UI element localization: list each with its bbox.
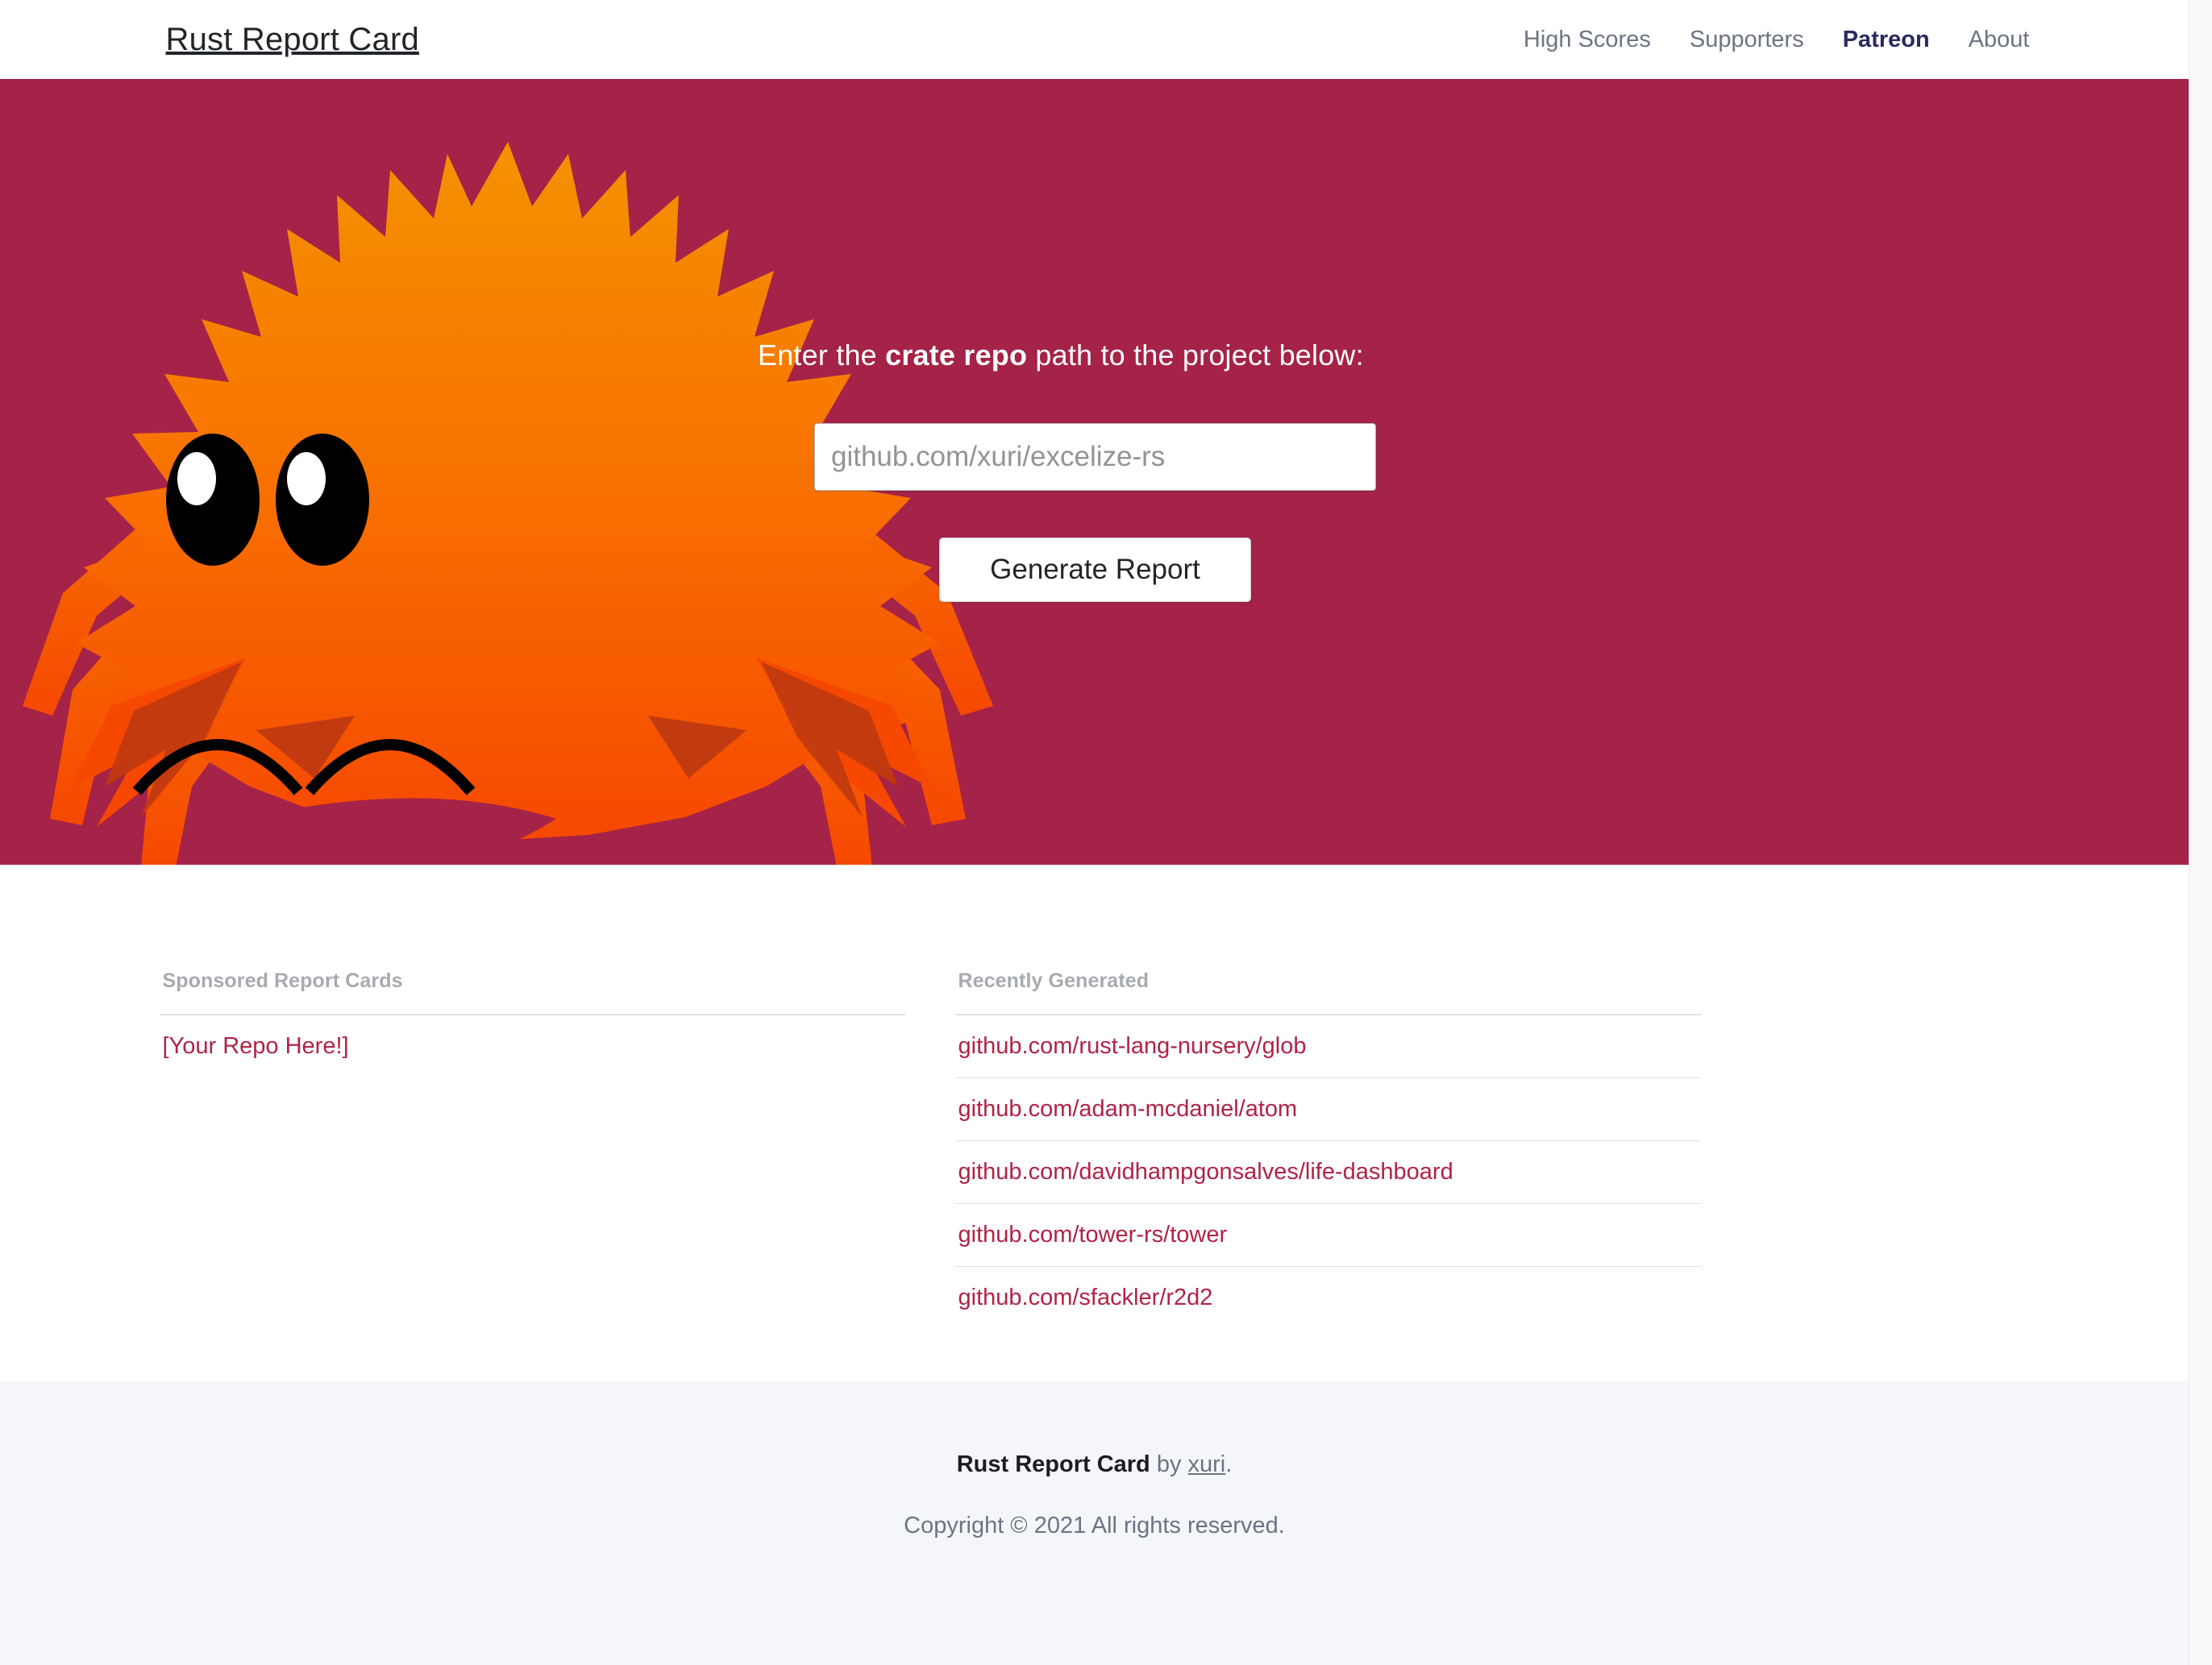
nav-link-supporters[interactable]: Supporters — [1670, 27, 1823, 53]
footer-copyright: Copyright © 2021 All rights reserved. — [904, 1513, 1285, 1538]
nav-link-patreon[interactable]: Patreon — [1823, 27, 1949, 53]
footer-author-link[interactable]: xuri — [1188, 1451, 1226, 1477]
page-root: Rust Report Card High Scores Supporters … — [0, 0, 2212, 1665]
hero-prompt-suffix: path to the project below: — [1027, 338, 1364, 372]
nav-link-high-scores[interactable]: High Scores — [1504, 27, 1670, 53]
sponsored-title: Sponsored Report Cards — [162, 970, 403, 992]
hero-content: Enter the crate repo path to the project… — [0, 79, 2189, 865]
browser-viewport: Rust Report Card High Scores Supporters … — [0, 0, 2189, 1665]
list-item[interactable]: github.com/tower-rs/tower — [954, 1204, 1701, 1267]
recent-link-4[interactable]: github.com/sfackler/r2d2 — [958, 1285, 1213, 1310]
recent-column: Recently Generated github.com/rust-lang-… — [954, 970, 1701, 1329]
recent-link-0[interactable]: github.com/rust-lang-nursery/glob — [958, 1033, 1307, 1059]
recent-title: Recently Generated — [958, 970, 1150, 992]
recent-link-3[interactable]: github.com/tower-rs/tower — [958, 1222, 1228, 1248]
repo-path-input[interactable] — [814, 423, 1376, 491]
list-item[interactable]: github.com/sfackler/r2d2 — [955, 1267, 1701, 1329]
footer-brand: Rust Report Card — [956, 1451, 1150, 1477]
hero-section: Enter the crate repo path to the project… — [0, 79, 2189, 865]
lists-section: Sponsored Report Cards [Your Repo Here!]… — [0, 865, 2189, 1381]
recent-link-2[interactable]: github.com/davidhampgonsalves/life-dashb… — [958, 1159, 1453, 1185]
hero-prompt: Enter the crate repo path to the project… — [758, 338, 1364, 372]
generate-report-button[interactable]: Generate Report — [939, 538, 1251, 602]
hero-prompt-prefix: Enter the — [758, 338, 886, 372]
vertical-scrollbar[interactable] — [2189, 0, 2212, 1665]
list-item[interactable]: github.com/rust-lang-nursery/glob — [954, 1015, 1701, 1078]
recent-link-1[interactable]: github.com/adam-mcdaniel/atom — [958, 1096, 1298, 1122]
list-item[interactable]: [Your Repo Here!] — [160, 1015, 905, 1077]
footer-by-text: by — [1150, 1451, 1188, 1477]
list-item[interactable]: github.com/davidhampgonsalves/life-dashb… — [954, 1141, 1701, 1204]
hero-prompt-strong: crate repo — [885, 338, 1028, 372]
brand-logo-link[interactable]: Rust Report Card — [166, 23, 419, 56]
page-footer: Rust Report Card by xuri. Copyright © 20… — [0, 1381, 2189, 1665]
sponsored-link-your-repo-here[interactable]: [Your Repo Here!] — [163, 1033, 349, 1059]
nav-link-about[interactable]: About — [1949, 27, 2030, 53]
footer-period: . — [1225, 1451, 1233, 1477]
sponsored-column: Sponsored Report Cards [Your Repo Here!] — [159, 970, 905, 1329]
list-item[interactable]: github.com/adam-mcdaniel/atom — [954, 1078, 1701, 1141]
footer-attribution: Rust Report Card by xuri. — [0, 1451, 2189, 1478]
nav-links: High Scores Supporters Patreon About — [1504, 27, 2030, 53]
top-navbar: Rust Report Card High Scores Supporters … — [0, 0, 2189, 79]
